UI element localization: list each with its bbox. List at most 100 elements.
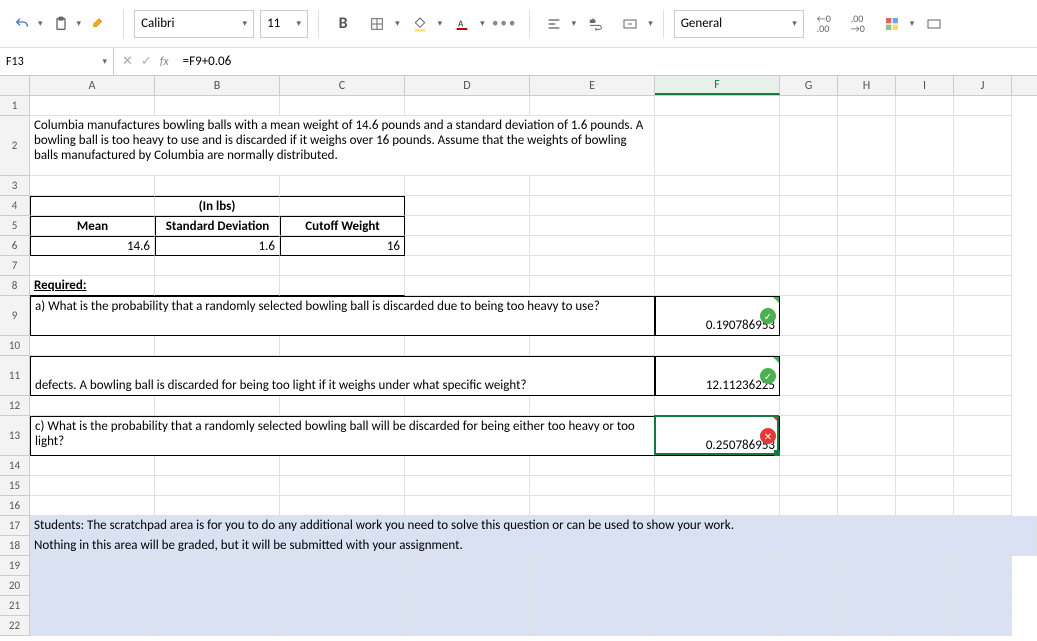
cell[interactable]: [838, 176, 896, 196]
cell[interactable]: [530, 396, 655, 416]
cell[interactable]: [530, 236, 655, 256]
cell[interactable]: [280, 176, 405, 196]
cell[interactable]: [655, 236, 780, 256]
cell[interactable]: [954, 576, 1012, 596]
cell[interactable]: [405, 236, 530, 256]
cell[interactable]: [780, 196, 838, 216]
number-format-select[interactable]: General▾: [674, 10, 804, 38]
align-button[interactable]: [540, 10, 568, 38]
question-c[interactable]: c) What is the probability that a random…: [30, 416, 655, 456]
cell[interactable]: [780, 296, 838, 336]
cell[interactable]: [780, 216, 838, 236]
cell[interactable]: [405, 476, 530, 496]
row-header[interactable]: 9: [0, 296, 30, 336]
cell[interactable]: [405, 216, 530, 236]
cell[interactable]: [780, 256, 838, 276]
cell[interactable]: [655, 216, 780, 236]
cell[interactable]: [280, 556, 405, 576]
cell[interactable]: [280, 476, 405, 496]
cell[interactable]: [780, 336, 838, 356]
cell[interactable]: [838, 576, 896, 596]
cell[interactable]: [954, 196, 1012, 216]
cell[interactable]: [405, 456, 530, 476]
cell[interactable]: [655, 336, 780, 356]
table-header-sd[interactable]: Standard Deviation: [155, 216, 280, 236]
question-b[interactable]: defects. A bowling ball is discarded for…: [30, 356, 655, 396]
question-a[interactable]: a) What is the probability that a random…: [30, 296, 655, 336]
cell[interactable]: [896, 256, 954, 276]
cell[interactable]: [30, 596, 155, 616]
formula-input[interactable]: =F9+0.06: [177, 54, 1037, 69]
cell[interactable]: [896, 416, 954, 456]
cell[interactable]: [655, 116, 780, 176]
bold-button[interactable]: B: [329, 10, 357, 38]
cell[interactable]: [954, 456, 1012, 476]
row-header[interactable]: 12: [0, 396, 30, 416]
cell[interactable]: [896, 296, 954, 336]
cell[interactable]: [280, 456, 405, 476]
cell[interactable]: [896, 196, 954, 216]
table-header[interactable]: (In lbs): [155, 196, 280, 216]
cell[interactable]: [780, 276, 838, 296]
cell[interactable]: [838, 116, 896, 176]
cell[interactable]: [838, 356, 896, 396]
font-color-button[interactable]: A: [448, 10, 476, 38]
cell[interactable]: [896, 616, 954, 636]
cell[interactable]: [896, 116, 954, 176]
col-header-G[interactable]: G: [780, 76, 838, 95]
cell[interactable]: [896, 556, 954, 576]
cell[interactable]: [405, 576, 530, 596]
row-header[interactable]: 8: [0, 276, 30, 296]
cell[interactable]: [954, 176, 1012, 196]
cell[interactable]: [896, 216, 954, 236]
row-header[interactable]: 20: [0, 576, 30, 596]
cell[interactable]: [655, 396, 780, 416]
cell[interactable]: [780, 456, 838, 476]
cell[interactable]: [954, 416, 1012, 456]
cell[interactable]: [405, 616, 530, 636]
cell[interactable]: [838, 196, 896, 216]
row-header[interactable]: 15: [0, 476, 30, 496]
cell[interactable]: [896, 456, 954, 476]
row-header[interactable]: 5: [0, 216, 30, 236]
cell[interactable]: [896, 396, 954, 416]
cell[interactable]: [954, 496, 1012, 516]
cell[interactable]: [838, 256, 896, 276]
cell[interactable]: [155, 576, 280, 596]
enter-icon[interactable]: ✓: [141, 54, 152, 69]
table-header-cutoff[interactable]: Cutoff Weight: [280, 216, 405, 236]
cell[interactable]: [954, 476, 1012, 496]
col-header-D[interactable]: D: [405, 76, 530, 95]
cell[interactable]: [530, 576, 655, 596]
cell[interactable]: [405, 596, 530, 616]
cancel-icon[interactable]: ✕: [122, 54, 133, 69]
chevron-down-icon[interactable]: ▾: [38, 18, 43, 29]
answer-a[interactable]: 0.190786953✓: [655, 296, 780, 336]
cell[interactable]: [896, 276, 954, 296]
cell[interactable]: [530, 496, 655, 516]
cell[interactable]: [655, 196, 780, 216]
cell[interactable]: [155, 276, 280, 296]
cell[interactable]: [530, 216, 655, 236]
cell[interactable]: [954, 556, 1012, 576]
cell[interactable]: [30, 96, 155, 116]
cell[interactable]: [780, 356, 838, 396]
cell[interactable]: [155, 616, 280, 636]
cell[interactable]: [954, 616, 1012, 636]
cell[interactable]: [838, 496, 896, 516]
cell[interactable]: [530, 276, 655, 296]
cell[interactable]: [954, 296, 1012, 336]
paste-button[interactable]: [47, 10, 75, 38]
cell[interactable]: [838, 296, 896, 336]
row-header[interactable]: 7: [0, 256, 30, 276]
chevron-down-icon[interactable]: ▾: [77, 18, 82, 29]
decrease-decimal-button[interactable]: .00→0: [844, 10, 872, 38]
col-header-A[interactable]: A: [30, 76, 155, 95]
col-header-E[interactable]: E: [530, 76, 655, 95]
row-header[interactable]: 13: [0, 416, 30, 456]
cell[interactable]: [530, 176, 655, 196]
cell[interactable]: [780, 476, 838, 496]
cell[interactable]: [30, 456, 155, 476]
col-header-I[interactable]: I: [896, 76, 954, 95]
col-header-J[interactable]: J: [954, 76, 1012, 95]
